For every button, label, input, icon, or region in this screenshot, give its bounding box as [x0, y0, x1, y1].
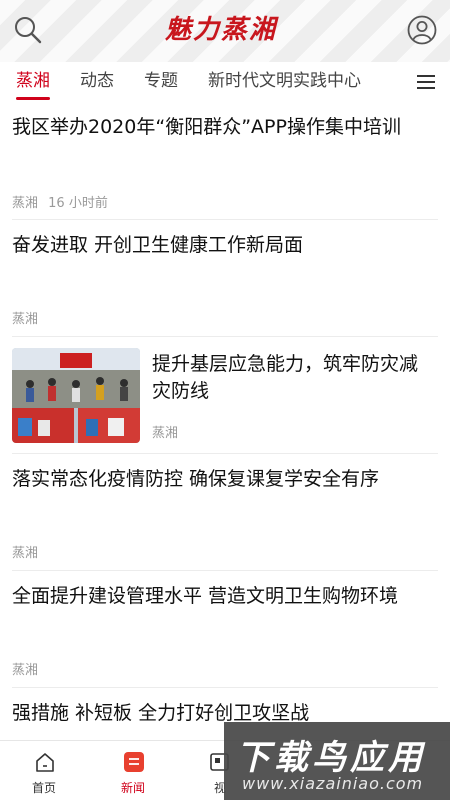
user-icon[interactable] — [406, 14, 438, 46]
watermark-url: www.xiazainiao.com — [242, 774, 424, 793]
app-logo: 魅力蒸湘 — [165, 12, 287, 48]
tab-civilization-center[interactable]: 新时代文明实践中心 — [208, 62, 361, 102]
news-item[interactable]: 奋发进取 开创卫生健康工作新局面 蒸湘 — [12, 220, 438, 337]
news-feed: 我区举办2020年“衡阳群众”APP操作集中培训 蒸湘 16 小时前 奋发进取 … — [0, 102, 450, 740]
search-icon[interactable] — [12, 14, 44, 46]
category-tabs: 蒸湘 动态 专题 新时代文明实践中心 — [0, 62, 450, 102]
news-title: 落实常态化疫情防控 确保复课复学安全有序 — [12, 468, 380, 490]
news-title: 提升基层应急能力，筑牢防灾减灾防线 — [152, 353, 419, 402]
news-source: 蒸湘 — [152, 426, 179, 441]
nav-news-label: 新闻 — [120, 781, 145, 795]
news-source: 蒸湘 — [12, 312, 39, 327]
tab-zhuanti[interactable]: 专题 — [144, 62, 178, 102]
watermark: 下载鸟应用 www.xiazainiao.com — [224, 722, 450, 800]
nav-home-label: 首页 — [31, 781, 56, 795]
nav-news[interactable]: 新闻 — [103, 741, 163, 800]
tab-dongtai[interactable]: 动态 — [80, 62, 114, 102]
home-icon — [34, 751, 56, 773]
news-item[interactable]: 全面提升建设管理水平 营造文明卫生购物环境 蒸湘 — [12, 571, 438, 688]
news-title: 我区举办2020年“衡阳群众”APP操作集中培训 — [12, 116, 401, 138]
news-title: 全面提升建设管理水平 营造文明卫生购物环境 — [12, 585, 399, 607]
nav-home[interactable]: 首页 — [14, 741, 74, 800]
news-time: 16 小时前 — [48, 196, 108, 211]
news-meta: 蒸湘 16 小时前 — [12, 192, 108, 211]
app-header: 魅力蒸湘 — [0, 0, 450, 62]
news-item[interactable]: 我区举办2020年“衡阳群众”APP操作集中培训 蒸湘 16 小时前 — [12, 102, 438, 220]
news-item[interactable]: 落实常态化疫情防控 确保复课复学安全有序 蒸湘 — [12, 454, 438, 571]
menu-icon[interactable] — [416, 72, 436, 92]
news-item[interactable]: 提升基层应急能力，筑牢防灾减灾防线 蒸湘 — [12, 337, 438, 454]
news-thumbnail — [12, 348, 140, 443]
news-title: 奋发进取 开创卫生健康工作新局面 — [12, 234, 304, 256]
news-source: 蒸湘 — [12, 546, 39, 561]
watermark-title: 下载鸟应用 — [236, 738, 426, 778]
news-icon — [123, 751, 145, 773]
logo-text: 魅力蒸湘 — [165, 15, 278, 45]
news-source: 蒸湘 — [12, 196, 39, 211]
tab-zhengxiang[interactable]: 蒸湘 — [16, 62, 50, 102]
news-source: 蒸湘 — [12, 663, 39, 678]
